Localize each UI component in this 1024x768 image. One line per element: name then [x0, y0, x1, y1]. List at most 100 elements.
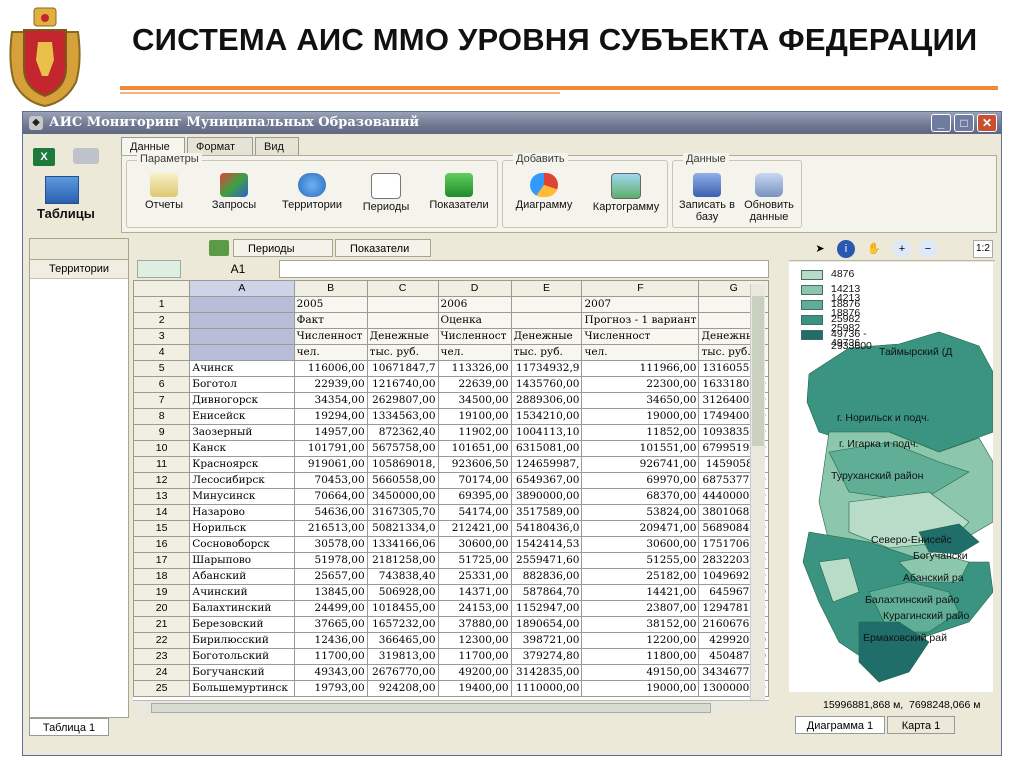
table-cell[interactable]: 19294,00	[293, 408, 368, 425]
row-header[interactable]: 21	[133, 616, 191, 633]
table-cell[interactable]: тыс. руб.	[510, 344, 583, 361]
refresh-button[interactable]: Обновить данные	[737, 173, 801, 223]
table-cell[interactable]: Большемуртинск	[189, 680, 295, 697]
table-cell[interactable]: 12300,00	[437, 632, 512, 649]
formula-tools-icon[interactable]	[137, 260, 181, 278]
table-cell[interactable]: Дивногорск	[189, 392, 295, 409]
filter-icon[interactable]	[209, 240, 229, 256]
queries-button[interactable]: Запросы	[201, 173, 267, 223]
table-cell[interactable]: 105869018,	[366, 456, 439, 473]
corner-cell[interactable]	[133, 280, 191, 297]
table-cell[interactable]: 366465,00	[366, 632, 439, 649]
table-cell[interactable]: Красноярск	[189, 456, 295, 473]
table-cell[interactable]	[510, 296, 583, 313]
indicators-button[interactable]: Показатели	[423, 173, 495, 223]
table-cell[interactable]: 743838,40	[366, 568, 439, 585]
table-cell[interactable]: 882836,00	[510, 568, 583, 585]
table-cell[interactable]: 51255,00	[581, 552, 700, 569]
table-cell[interactable]	[189, 296, 295, 313]
table-cell[interactable]: 2559471,60	[510, 552, 583, 569]
row-header[interactable]: 14	[133, 504, 191, 521]
table-cell[interactable]: 37880,00	[437, 616, 512, 633]
table-cell[interactable]: 49200,00	[437, 664, 512, 681]
table-cell[interactable]: 11700,00	[437, 648, 512, 665]
table-cell[interactable]: Березовский	[189, 616, 295, 633]
maximize-button[interactable]: □	[954, 114, 974, 132]
tab-diagram[interactable]: Диаграмма 1	[795, 716, 885, 734]
periods-button[interactable]: Периоды	[353, 173, 419, 223]
table-cell[interactable]: 2889306,00	[510, 392, 583, 409]
table-cell[interactable]: 2007	[581, 296, 700, 313]
table-cell[interactable]: 3450000,00	[366, 488, 439, 505]
table-cell[interactable]: Боготольский	[189, 648, 295, 665]
column-header[interactable]: F	[581, 280, 700, 297]
table-cell[interactable]: Ачинский	[189, 584, 295, 601]
indicators-filter[interactable]: Показатели	[335, 239, 431, 257]
table-cell[interactable]: 25657,00	[293, 568, 368, 585]
table-cell[interactable]: 587864,70	[510, 584, 583, 601]
table-cell[interactable]: 30600,00	[437, 536, 512, 553]
table-cell[interactable]: 11734932,9	[510, 360, 583, 377]
table-cell[interactable]: 19793,00	[293, 680, 368, 697]
scale-field[interactable]: 1:2	[973, 240, 993, 258]
table-cell[interactable]	[510, 312, 583, 329]
table-cell[interactable]: 3142835,00	[510, 664, 583, 681]
row-header[interactable]: 5	[133, 360, 191, 377]
table-cell[interactable]: Факт	[293, 312, 368, 329]
table-cell[interactable]: Енисейск	[189, 408, 295, 425]
table-cell[interactable]: 30578,00	[293, 536, 368, 553]
table-cell[interactable]: 69970,00	[581, 472, 700, 489]
table-cell[interactable]: тыс. руб.	[366, 344, 439, 361]
row-header[interactable]: 13	[133, 488, 191, 505]
table-cell[interactable]: 6315081,00	[510, 440, 583, 457]
column-header[interactable]: D	[437, 280, 512, 297]
table-cell[interactable]: 506928,00	[366, 584, 439, 601]
territories-item[interactable]: Территории	[30, 260, 128, 279]
table-cell[interactable]: 1657232,00	[366, 616, 439, 633]
table-cell[interactable]: 10671847,7	[366, 360, 439, 377]
scroll-thumb[interactable]	[752, 296, 764, 446]
row-header[interactable]: 6	[133, 376, 191, 393]
diagram-button[interactable]: Диаграмму	[507, 173, 581, 223]
table-cell[interactable]: 379274,80	[510, 648, 583, 665]
table-cell[interactable]: 5660558,00	[366, 472, 439, 489]
table-cell[interactable]: 38152,00	[581, 616, 700, 633]
table-cell[interactable]: 24153,00	[437, 600, 512, 617]
table-cell[interactable]: 70174,00	[437, 472, 512, 489]
table-cell[interactable]: чел.	[581, 344, 700, 361]
table-cell[interactable]: 1110000,00	[510, 680, 583, 697]
table-cell[interactable]: 70664,00	[293, 488, 368, 505]
table-cell[interactable]: 12200,00	[581, 632, 700, 649]
table-cell[interactable]: 11800,00	[581, 648, 700, 665]
table-cell[interactable]: 101791,00	[293, 440, 368, 457]
table-cell[interactable]: Минусинск	[189, 488, 295, 505]
row-header[interactable]: 2	[133, 312, 191, 329]
table-cell[interactable]: 6549367,00	[510, 472, 583, 489]
table-cell[interactable]: Ачинск	[189, 360, 295, 377]
table-cell[interactable]: 923606,50	[437, 456, 512, 473]
table-cell[interactable]: 19400,00	[437, 680, 512, 697]
window-titlebar[interactable]: ◆ АИС Мониторинг Муниципальных Образован…	[23, 112, 1001, 134]
row-header[interactable]: 9	[133, 424, 191, 441]
periods-filter[interactable]: Периоды	[233, 239, 333, 257]
table-cell[interactable]: 124659987,	[510, 456, 583, 473]
table-cell[interactable]: 113326,00	[437, 360, 512, 377]
table-cell[interactable]: Боготол	[189, 376, 295, 393]
info-icon[interactable]: i	[837, 240, 855, 258]
table-cell[interactable]: 24499,00	[293, 600, 368, 617]
row-header[interactable]: 25	[133, 680, 191, 697]
table-cell[interactable]: 2005	[293, 296, 368, 313]
horizontal-scrollbar[interactable]	[133, 700, 769, 715]
table-cell[interactable]: 14421,00	[581, 584, 700, 601]
pointer-icon[interactable]: ➤	[811, 240, 829, 258]
table-cell[interactable]: 22300,00	[581, 376, 700, 393]
column-header[interactable]: E	[510, 280, 583, 297]
minimize-button[interactable]: _	[931, 114, 951, 132]
formula-input[interactable]	[279, 260, 769, 278]
table-cell[interactable]	[189, 344, 295, 361]
row-header[interactable]: 1	[133, 296, 191, 313]
table-cell[interactable]: 51725,00	[437, 552, 512, 569]
print-icon[interactable]	[73, 148, 99, 164]
row-header[interactable]: 15	[133, 520, 191, 537]
table-cell[interactable]: 1334563,00	[366, 408, 439, 425]
